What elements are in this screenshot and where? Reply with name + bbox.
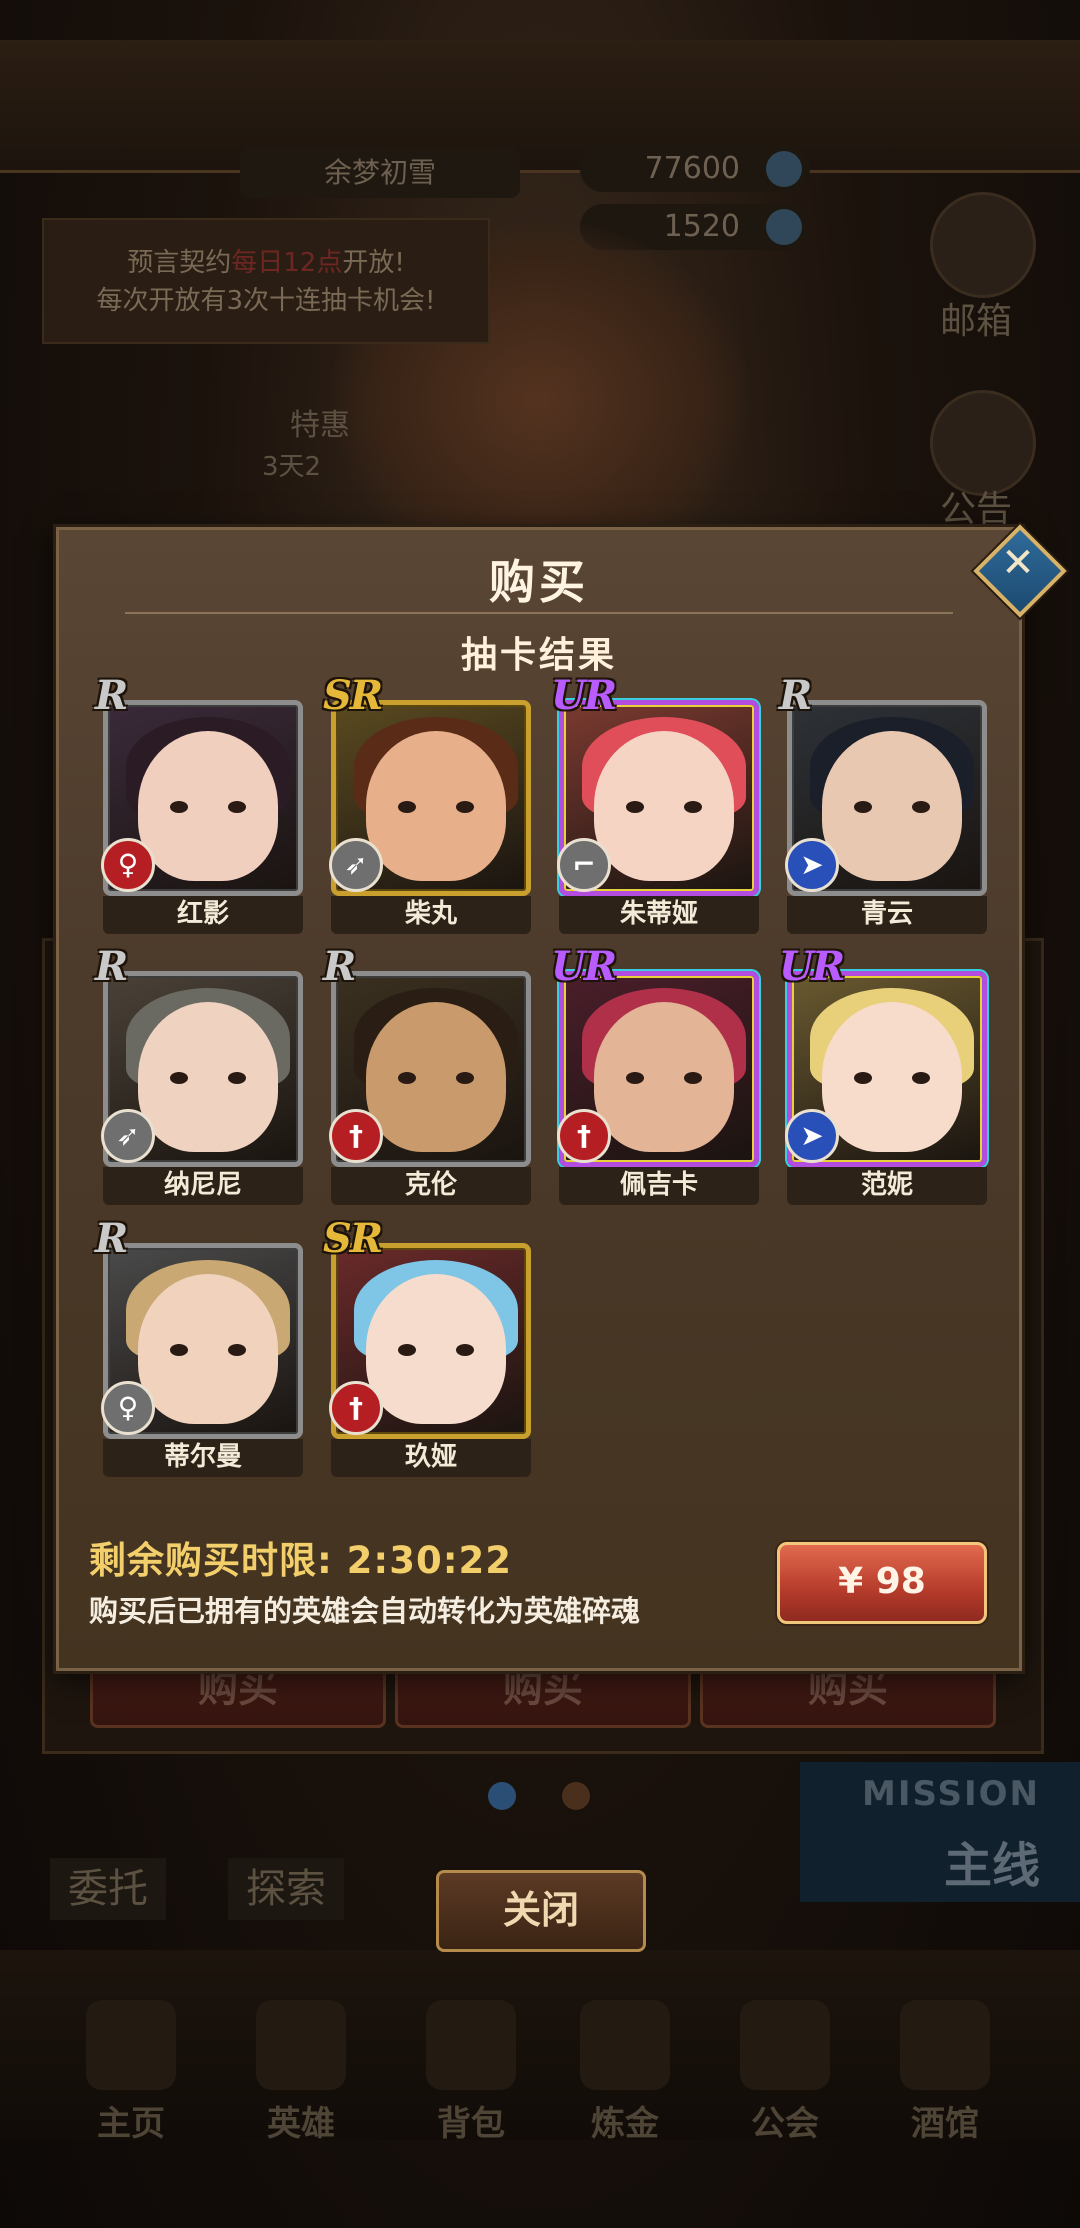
hero-name: 蒂尔曼 — [103, 1439, 303, 1477]
bow-icon: ➶ — [329, 838, 383, 892]
hero-card[interactable]: UR ⌐ 朱蒂娅 — [551, 672, 759, 934]
hero-name: 青云 — [787, 896, 987, 934]
hero-eyes — [170, 1344, 246, 1356]
gold-plus-icon[interactable] — [766, 151, 802, 187]
staff-icon: ♀ — [101, 838, 155, 892]
rarity-badge: R — [95, 1215, 128, 1262]
explore-button[interactable]: 探索 — [228, 1858, 344, 1920]
hero-eyes — [626, 801, 702, 813]
player-name: 余梦初雪 — [240, 148, 520, 198]
hero-eyes — [398, 1072, 474, 1084]
home-icon — [86, 2000, 176, 2090]
mission-cn-label: 主线 — [943, 1838, 1040, 1894]
top-frame — [0, 40, 1080, 173]
nav-bag[interactable]: 背包 — [406, 2000, 536, 2145]
hero-card[interactable]: R ➤ 青云 — [779, 672, 987, 934]
gun-icon: ⌐ — [557, 838, 611, 892]
hero-name: 范妮 — [787, 1167, 987, 1205]
price-button[interactable]: ¥ 98 — [777, 1542, 987, 1624]
purchase-timer: 剩余购买时限: 2:30:22 — [89, 1539, 512, 1582]
hero-eyes — [170, 1072, 246, 1084]
hero-card[interactable]: R ♀ 红影 — [95, 672, 303, 934]
hero-eyes — [626, 1072, 702, 1084]
nav-alchemy[interactable]: 炼金 — [560, 2000, 690, 2145]
rarity-badge: SR — [323, 1215, 383, 1262]
hero-card[interactable]: SR ➶ 柴丸 — [323, 672, 531, 934]
hero-eyes — [854, 801, 930, 813]
guild-icon — [740, 2000, 830, 2090]
purchase-note: 购买后已拥有的英雄会自动转化为英雄碎魂 — [89, 1594, 641, 1628]
rarity-badge: R — [779, 672, 812, 719]
announcement-label: 公告 — [940, 489, 1013, 530]
sword-icon: † — [329, 1109, 383, 1163]
sword-icon: † — [329, 1381, 383, 1435]
gold-value: 77600 — [644, 151, 740, 186]
staff-icon: ♀ — [101, 1381, 155, 1435]
rarity-badge: R — [323, 943, 356, 990]
nav-home[interactable]: 主页 — [66, 2000, 196, 2145]
gem-value: 1520 — [663, 209, 740, 244]
mailbox-icon[interactable] — [930, 192, 1036, 298]
event-timer: 3天2 — [262, 452, 322, 482]
heroes-icon — [256, 2000, 346, 2090]
hero-eyes — [170, 801, 246, 813]
draw-result-title: 抽卡结果 — [460, 635, 617, 676]
hero-eyes — [398, 801, 474, 813]
hero-name: 朱蒂娅 — [559, 896, 759, 934]
hero-name: 柴丸 — [331, 896, 531, 934]
bow-icon: ➶ — [101, 1109, 155, 1163]
nav-guild[interactable]: 公会 — [720, 2000, 850, 2145]
rarity-badge: SR — [323, 672, 383, 719]
modal-title: 购买 — [489, 555, 589, 609]
nav-tavern[interactable]: 酒馆 — [880, 2000, 1010, 2145]
lance-icon: ➤ — [785, 838, 839, 892]
rarity-badge: R — [95, 943, 128, 990]
purchase-modal: 购买 ✕ 抽卡结果 R ♀ 红影 SR ➶ 柴丸 UR ⌐ 朱蒂娅 R ➤ 青云 R ➶ 纳尼尼 R † 克伦 UR… — [56, 524, 1067, 1671]
mailbox-label: 邮箱 — [940, 301, 1013, 342]
hero-name: 纳尼尼 — [103, 1167, 303, 1205]
gem-plus-icon[interactable] — [766, 209, 802, 245]
tavern-icon — [900, 2000, 990, 2090]
hero-card[interactable]: R ➶ 纳尼尼 — [95, 943, 303, 1205]
hero-name: 红影 — [103, 896, 303, 934]
hero-name: 玖娅 — [331, 1439, 531, 1477]
hero-name: 佩吉卡 — [559, 1167, 759, 1205]
hero-card[interactable]: UR ➤ 范妮 — [779, 943, 987, 1205]
hero-card[interactable]: R † 克伦 — [323, 943, 531, 1205]
rarity-badge: UR — [551, 672, 617, 719]
hero-card[interactable]: R ♀ 蒂尔曼 — [95, 1215, 303, 1477]
rarity-badge: R — [95, 672, 128, 719]
hero-name: 克伦 — [331, 1167, 531, 1205]
alchemy-icon — [580, 2000, 670, 2090]
hero-eyes — [398, 1344, 474, 1356]
event-label: 特惠 — [290, 408, 350, 443]
lance-icon: ➤ — [785, 1109, 839, 1163]
hero-card[interactable]: SR † 玖娅 — [323, 1215, 531, 1477]
hero-eyes — [854, 1072, 930, 1084]
mission-banner[interactable]: MISSION 主线 — [800, 1762, 1080, 1902]
bag-icon — [426, 2000, 516, 2090]
mission-en-label: MISSION — [862, 1774, 1040, 1814]
close-modal-button[interactable]: ✕ — [973, 524, 1067, 618]
rarity-badge: UR — [551, 943, 617, 990]
page-dot-2[interactable] — [562, 1782, 590, 1810]
page-dot-1[interactable] — [488, 1782, 516, 1810]
gold-counter: 77600 — [580, 146, 810, 192]
sword-icon: † — [557, 1109, 611, 1163]
nav-heroes[interactable]: 英雄 — [236, 2000, 366, 2145]
close-button[interactable]: 关闭 — [436, 1870, 646, 1952]
title-divider — [125, 612, 953, 614]
hero-card[interactable]: UR † 佩吉卡 — [551, 943, 759, 1205]
rarity-badge: UR — [779, 943, 845, 990]
close-x-icon: ✕ — [1001, 540, 1035, 586]
entrust-button[interactable]: 委托 — [50, 1858, 166, 1920]
notice-banner: 预言契约每日12点开放! 每次开放有3次十连抽卡机会! — [42, 218, 490, 344]
